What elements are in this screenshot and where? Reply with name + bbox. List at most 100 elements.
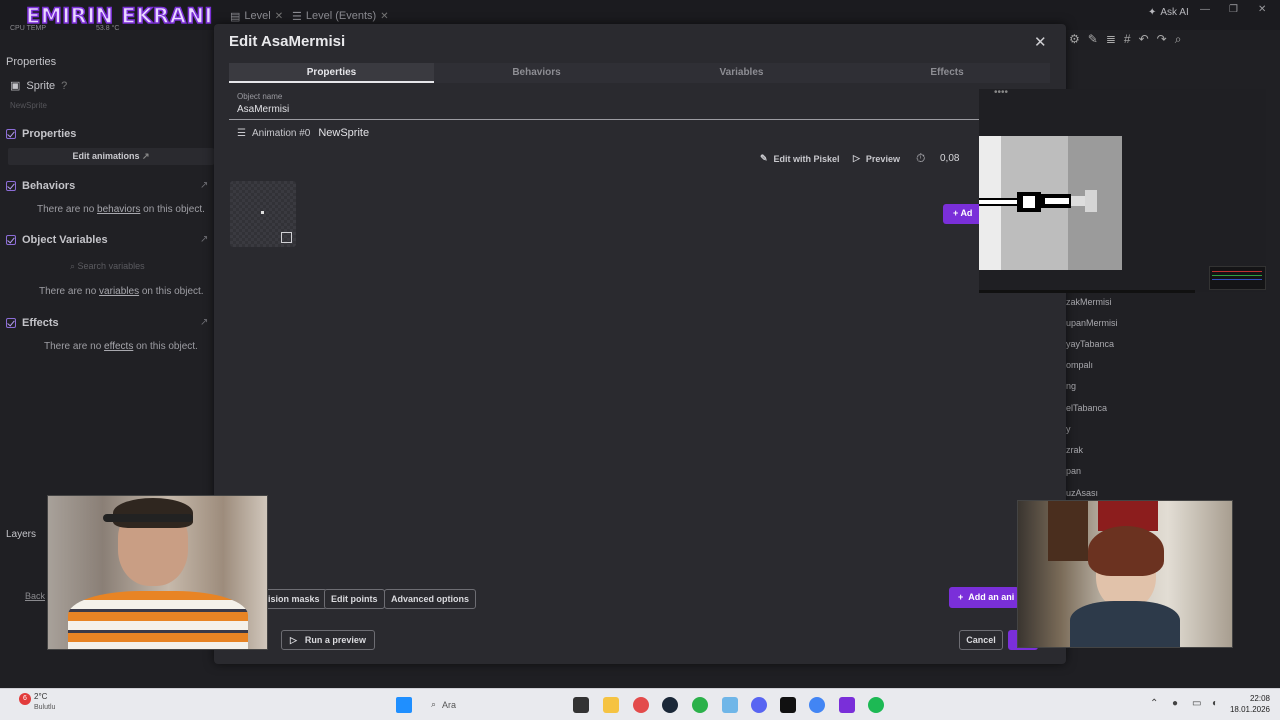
edit-animations-label: Edit animations <box>72 151 140 161</box>
tab-level[interactable]: ▤ Level ✕ <box>230 8 283 24</box>
more-icon[interactable]: •••• <box>994 87 1008 98</box>
chevron-up-icon[interactable]: ⌃ <box>1150 698 1158 709</box>
taskbar-search[interactable]: ⌕ Ara <box>425 695 537 714</box>
object-list-item[interactable]: y <box>1066 424 1071 434</box>
mic-icon[interactable]: ● <box>1172 698 1178 709</box>
effects-link[interactable]: effects <box>104 341 133 352</box>
scene-icon: ▤ <box>230 10 241 23</box>
frame-select-checkbox[interactable] <box>281 232 292 243</box>
panel-title: Properties <box>6 56 57 68</box>
object-list-item[interactable]: yayTabanca <box>1066 339 1114 349</box>
close-icon[interactable]: ✕ <box>380 11 388 22</box>
app-icon-3[interactable] <box>780 697 796 713</box>
tab-variables[interactable]: Variables <box>639 63 844 83</box>
run-preview-button[interactable]: ▷ Run a preview <box>281 630 375 650</box>
object-name-field[interactable] <box>229 89 979 120</box>
striped-shirt <box>68 591 248 649</box>
app-icon-2[interactable] <box>722 697 738 713</box>
tab-level-events[interactable]: ☰ Level (Events) ✕ <box>292 8 389 24</box>
checkbox-icon <box>6 129 16 139</box>
collision-masks-button[interactable]: ision masks <box>262 589 327 609</box>
effects-empty-text: There are no effects on this object. <box>44 341 198 352</box>
add-animation-button[interactable]: + Add an ani <box>949 587 1019 608</box>
cancel-button[interactable]: Cancel <box>959 630 1003 650</box>
section-effects[interactable]: Effects <box>6 317 59 329</box>
tab-effects[interactable]: Effects <box>844 63 1050 83</box>
add-animation-label: Add an ani <box>968 592 1015 602</box>
frame-duration-input[interactable]: 0,08 <box>940 153 959 164</box>
objects-icon[interactable]: ⚙ <box>1069 32 1080 47</box>
hair-shape <box>113 498 193 528</box>
object-list-item[interactable]: upanMermisi <box>1066 318 1118 328</box>
redo-icon[interactable]: ↷ <box>1157 32 1167 47</box>
tab-behaviors[interactable]: Behaviors <box>434 63 639 83</box>
add-frame-button[interactable]: + Ad <box>943 204 983 224</box>
behaviors-empty-text: There are no behaviors on this object. <box>37 204 205 215</box>
advanced-options-button[interactable]: Advanced options <box>384 589 477 609</box>
preview-button[interactable]: ▷ Preview <box>853 153 900 164</box>
maximize-icon[interactable]: ❐ <box>1229 4 1238 15</box>
volume-icon[interactable]: ◐ <box>1212 698 1218 709</box>
ask-ai-button[interactable]: ✦ Ask AI <box>1148 7 1189 18</box>
variables-link[interactable]: variables <box>99 286 139 297</box>
whatsapp-icon[interactable] <box>692 697 708 713</box>
object-name-value[interactable]: AsaMermisi <box>237 104 289 115</box>
sprite-label: Sprite <box>26 79 56 92</box>
search-placeholder: Ara <box>442 699 457 710</box>
close-window-icon[interactable]: ✕ <box>1258 4 1266 15</box>
weather-temp[interactable]: 2°C <box>34 692 47 701</box>
undo-icon[interactable]: ↶ <box>1139 32 1149 47</box>
external-link-icon[interactable]: ↗ <box>200 317 208 328</box>
object-list-item[interactable]: zakMermisi <box>1066 297 1112 307</box>
object-type: ▣ Sprite ? <box>10 79 67 93</box>
help-icon[interactable]: ? <box>61 80 67 92</box>
object-list-item[interactable]: uzAsası <box>1066 488 1098 498</box>
clock-date: 18.01.2026 <box>1229 705 1270 714</box>
preview-label: Preview <box>865 153 900 164</box>
minimize-icon[interactable]: — <box>1200 4 1210 15</box>
layers-icon[interactable]: ≣ <box>1106 32 1116 47</box>
search-variables-input[interactable]: ⌕ Search variables <box>70 261 145 272</box>
opera-icon[interactable] <box>633 697 649 713</box>
external-link-icon[interactable]: ↗ <box>200 234 208 245</box>
animation-name-input[interactable]: NewSprite <box>318 127 369 139</box>
section-object-variables[interactable]: Object Variables <box>6 234 108 246</box>
sprite-image <box>979 136 1122 270</box>
windows-start-icon[interactable] <box>396 697 412 713</box>
object-list-item[interactable]: elTabanca <box>1066 403 1107 413</box>
webcam-left <box>47 495 268 650</box>
edit-animations-button[interactable]: Edit animations ↗ <box>8 148 214 165</box>
section-properties[interactable]: Properties <box>6 128 76 140</box>
object-list-item[interactable]: ng <box>1066 381 1076 391</box>
file-explorer-icon[interactable] <box>603 697 619 713</box>
monitor-icon[interactable]: ▭ <box>1192 698 1201 709</box>
pen-icon[interactable]: ✎ <box>1088 32 1098 47</box>
zoom-icon[interactable]: ⌕ <box>1175 32 1182 47</box>
close-icon[interactable]: ✕ <box>275 11 283 22</box>
steam-icon[interactable] <box>662 697 678 713</box>
sparkle-icon: ✦ <box>1148 7 1157 18</box>
object-list-item[interactable]: ompalı <box>1066 360 1093 370</box>
object-list-item[interactable]: zrak <box>1066 445 1083 455</box>
chrome-icon[interactable] <box>809 697 825 713</box>
behaviors-link[interactable]: behaviors <box>97 204 140 215</box>
sprite-preview-scrollbar <box>979 290 1195 293</box>
layers-label: Layers <box>6 529 37 540</box>
layer-item[interactable]: Back <box>25 591 45 601</box>
drag-handle-icon[interactable]: ☰ <box>237 128 246 139</box>
section-behaviors[interactable]: Behaviors <box>6 180 75 192</box>
edit-points-button[interactable]: Edit points <box>324 589 385 609</box>
taskbar-clock[interactable]: 22:08 18.01.2026 <box>1226 693 1270 715</box>
edit-with-piskel-button[interactable]: ✎ Edit with Piskel <box>760 153 840 164</box>
discord-icon[interactable] <box>751 697 767 713</box>
external-link-icon[interactable]: ↗ <box>200 180 208 191</box>
close-icon[interactable]: ✕ <box>1034 33 1047 51</box>
notification-badge: 6 <box>19 693 31 705</box>
gdevelop-icon[interactable] <box>839 697 855 713</box>
spotify-icon[interactable] <box>868 697 884 713</box>
app-icon-1[interactable] <box>573 697 589 713</box>
object-list-item[interactable]: pan <box>1066 466 1081 476</box>
grid-icon[interactable]: # <box>1124 32 1131 47</box>
external-link-icon: ↗ <box>141 151 150 161</box>
tab-properties[interactable]: Properties <box>229 63 434 83</box>
